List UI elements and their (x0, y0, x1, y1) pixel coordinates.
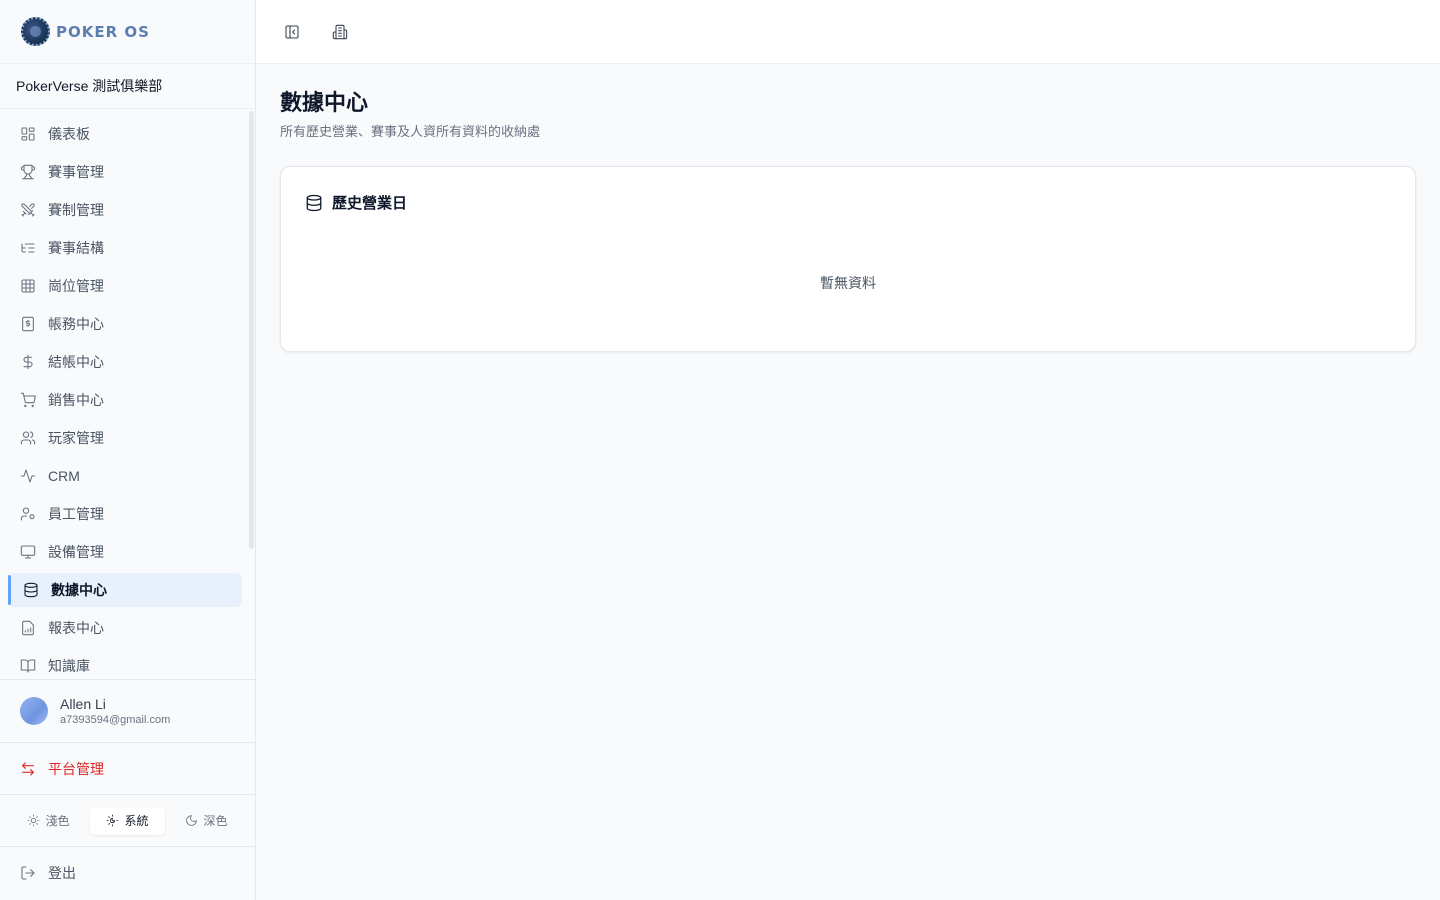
top-bar (256, 0, 1440, 64)
theme-system-button[interactable]: 系統 (90, 806, 165, 835)
building-icon (332, 24, 348, 39)
sidebar-item-label: 玩家管理 (48, 430, 104, 446)
swords-icon (20, 202, 36, 218)
sidebar-item-dashboard[interactable]: 儀表板 (8, 117, 242, 151)
sidebar-item-label: 結帳中心 (48, 354, 104, 370)
logo[interactable]: POKER OS (0, 0, 255, 64)
page-subtitle: 所有歷史營業、賽事及人資所有資料的收納處 (280, 124, 541, 139)
platform-admin-link[interactable]: 平台管理 (0, 743, 255, 795)
swap-arrows-icon (22, 761, 34, 776)
sidebar-item-staff[interactable]: 員工管理 (8, 497, 242, 531)
sidebar-item-label: 銷售中心 (48, 392, 104, 408)
database-icon (23, 582, 39, 598)
sidebar-item-label: CRM (48, 468, 80, 484)
poker-chip-logo-icon (21, 17, 50, 46)
card-header: 歷史營業日 (305, 192, 407, 213)
user-email: a7393594@gmail.com (60, 714, 171, 726)
card-title: 歷史營業日 (332, 195, 408, 212)
sidebar-item-formats[interactable]: 賽制管理 (8, 193, 242, 227)
book-icon (20, 658, 36, 674)
venue-button[interactable] (328, 20, 352, 44)
table-grid-icon (20, 278, 36, 294)
logo-text: POKER OS (56, 22, 150, 41)
sidebar-item-label: 知識庫 (48, 658, 90, 674)
sidebar-item-structure[interactable]: 賽事結構 (8, 231, 242, 265)
history-business-days-card: 歷史營業日 暫無資料 (280, 166, 1416, 352)
sidebar-item-knowledge-base[interactable]: 知識庫 (8, 649, 242, 679)
users-icon (20, 430, 36, 446)
logout-button[interactable]: 登出 (0, 847, 255, 899)
sidebar-scrollbar[interactable] (249, 111, 254, 549)
monitor-icon (20, 544, 36, 560)
main-content: 數據中心 所有歷史營業、賽事及人資所有資料的收納處 歷史營業日 暫無資料 (280, 88, 1416, 352)
sidebar-item-label: 數據中心 (51, 582, 107, 598)
sidebar-item-label: 帳務中心 (48, 316, 104, 332)
user-profile[interactable]: Allen Li a7393594@gmail.com (0, 679, 255, 743)
sidebar-item-players[interactable]: 玩家管理 (8, 421, 242, 455)
theme-dark-label: 深色 (203, 814, 228, 828)
receipt-icon (20, 316, 36, 332)
sidebar-item-checkout[interactable]: 結帳中心 (8, 345, 242, 379)
sidebar-item-label: 員工管理 (48, 506, 104, 522)
user-name: Allen Li (60, 696, 106, 712)
sun-icon (28, 814, 40, 827)
sidebar-item-crm[interactable]: CRM (8, 459, 242, 493)
avatar (20, 697, 48, 725)
user-info: Allen Li a7393594@gmail.com (60, 696, 170, 726)
user-cog-icon (20, 506, 36, 522)
sidebar-item-label: 崗位管理 (48, 278, 104, 294)
sidebar-item-accounting[interactable]: 帳務中心 (8, 307, 242, 341)
cart-icon (20, 392, 36, 408)
empty-state-text: 暫無資料 (820, 275, 876, 291)
toggle-sidebar-button[interactable] (280, 20, 304, 44)
sidebar-nav: 儀表板 賽事管理 賽制管理 賽事結構 崗位管理 帳務中心 結帳中心 銷售中心 玩… (0, 109, 255, 679)
trophy-icon (20, 164, 36, 180)
sidebar-item-devices[interactable]: 設備管理 (8, 535, 242, 569)
logout-label: 登出 (48, 865, 76, 881)
dollar-icon (20, 354, 36, 370)
theme-light-button[interactable]: 淺色 (11, 807, 86, 835)
page-title: 數據中心 (280, 90, 369, 115)
sidebar-item-reports[interactable]: 報表中心 (8, 611, 242, 645)
theme-light-label: 淺色 (45, 814, 70, 828)
sidebar-item-positions[interactable]: 崗位管理 (8, 269, 242, 303)
sidebar-item-label: 儀表板 (48, 126, 90, 142)
platform-admin-label: 平台管理 (48, 760, 104, 777)
sidebar-item-label: 賽事管理 (48, 164, 104, 180)
sidebar-item-label: 設備管理 (48, 544, 104, 560)
club-selector[interactable]: PokerVerse 測試俱樂部 (0, 64, 255, 109)
sidebar-item-label: 賽制管理 (48, 202, 104, 218)
sidebar: POKER OS PokerVerse 測試俱樂部 儀表板 賽事管理 賽制管理 … (0, 0, 256, 900)
sidebar-item-sales[interactable]: 銷售中心 (8, 383, 242, 417)
sidebar-item-label: 賽事結構 (48, 240, 104, 256)
panel-left-close-icon (285, 24, 299, 39)
moon-icon (186, 815, 198, 826)
sun-moon-icon (107, 814, 119, 827)
layout-grid-icon (20, 126, 36, 142)
database-icon (306, 194, 322, 211)
log-out-icon (21, 866, 35, 880)
theme-dark-button[interactable]: 深色 (169, 807, 244, 835)
file-chart-icon (20, 620, 36, 636)
theme-system-label: 系統 (124, 814, 149, 828)
theme-switcher: 淺色 系統 深色 (0, 795, 255, 847)
list-tree-icon (20, 240, 36, 256)
sidebar-item-label: 報表中心 (48, 620, 104, 636)
club-name: PokerVerse 測試俱樂部 (16, 78, 163, 94)
activity-icon (20, 468, 36, 484)
sidebar-item-tournaments[interactable]: 賽事管理 (8, 155, 242, 189)
sidebar-item-data-center[interactable]: 數據中心 (8, 573, 242, 607)
